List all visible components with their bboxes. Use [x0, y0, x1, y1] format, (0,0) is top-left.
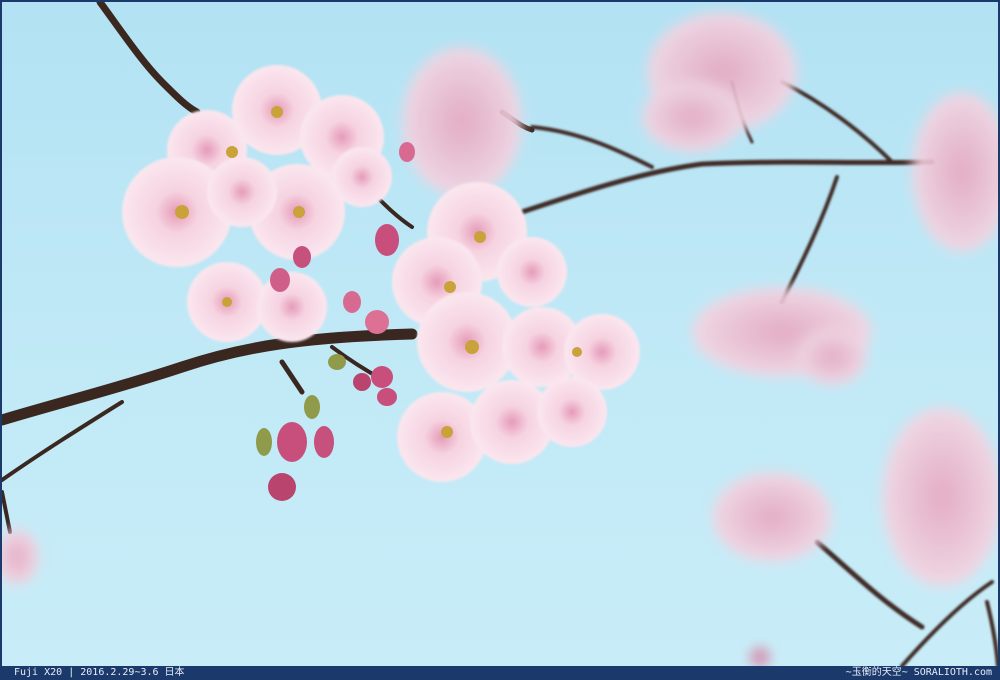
caption-bar: Fuji X20 | 2016.2.29~3.6 日本 ~玉衡的天空~ SORA…: [0, 666, 1000, 680]
photo-credit: ~玉衡的天空~ SORALIOTH.com: [845, 667, 992, 678]
blossom-scene: [2, 2, 998, 666]
caption-left: Fuji X20 | 2016.2.29~3.6 日本: [14, 666, 185, 680]
caption-separator: |: [68, 667, 75, 678]
cherry-blossom-photo: [2, 2, 998, 666]
date-and-place: 2016.2.29~3.6 日本: [80, 667, 185, 678]
blossom-cluster-center: [392, 182, 640, 482]
camera-model: Fuji X20: [14, 667, 63, 678]
photo-frame: Fuji X20 | 2016.2.29~3.6 日本 ~玉衡的天空~ SORA…: [0, 0, 1000, 680]
